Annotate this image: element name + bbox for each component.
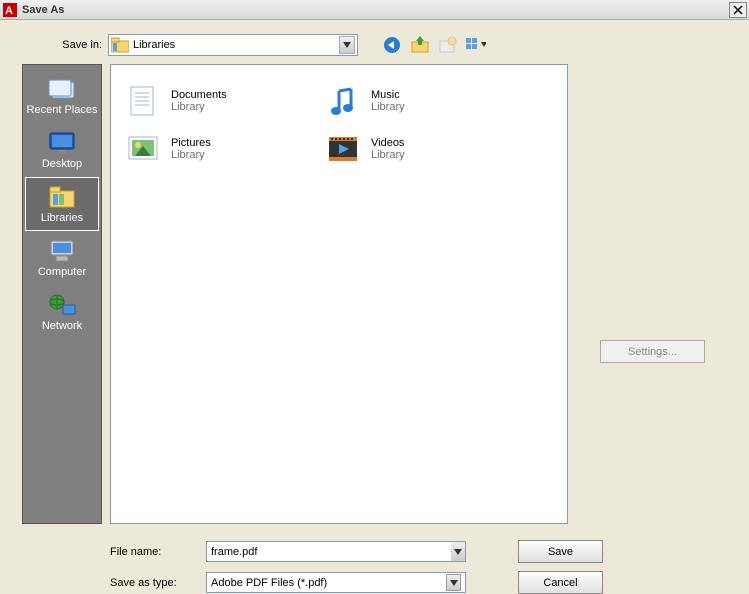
library-item-documents[interactable]: Documents Library (115, 77, 315, 125)
music-icon (323, 81, 363, 121)
documents-icon (123, 81, 163, 121)
settings-button[interactable]: Settings... (600, 340, 705, 363)
sidebar-item-desktop[interactable]: Desktop (25, 123, 99, 177)
computer-icon (46, 238, 78, 264)
app-icon: A (2, 2, 18, 18)
libraries-icon (111, 37, 129, 53)
folder-up-icon (411, 36, 429, 54)
save-type-dropdown[interactable]: Adobe PDF Files (*.pdf) (206, 572, 466, 593)
cancel-button[interactable]: Cancel (518, 571, 603, 594)
item-name: Music (371, 89, 405, 101)
save-in-dropdown[interactable]: Libraries (108, 34, 358, 56)
item-name: Pictures (171, 137, 211, 149)
sidebar-item-computer[interactable]: Computer (25, 231, 99, 285)
network-icon (46, 292, 78, 318)
sidebar-item-libraries[interactable]: Libraries (25, 177, 99, 231)
pictures-icon (123, 129, 163, 169)
view-menu-button[interactable] (466, 35, 486, 55)
sidebar-item-label: Computer (38, 266, 86, 278)
save-in-value: Libraries (133, 39, 175, 51)
save-type-value: Adobe PDF Files (*.pdf) (211, 577, 327, 589)
window-title: Save As (22, 4, 729, 16)
sidebar-item-network[interactable]: Network (25, 285, 99, 339)
up-button[interactable] (410, 35, 430, 55)
libraries-icon (46, 184, 78, 210)
item-name: Documents (171, 89, 227, 101)
videos-icon (323, 129, 363, 169)
file-name-input[interactable] (206, 541, 451, 562)
close-button[interactable] (729, 2, 747, 18)
back-icon (383, 36, 401, 54)
sidebar-item-label: Network (42, 320, 82, 332)
chevron-down-icon (339, 36, 355, 54)
svg-text:A: A (5, 5, 13, 17)
item-sub: Library (371, 149, 405, 161)
item-name: Videos (371, 137, 405, 149)
sidebar-item-label: Desktop (42, 158, 82, 170)
places-sidebar: Recent Places Desktop Libraries Computer… (22, 64, 102, 524)
desktop-icon (46, 130, 78, 156)
item-sub: Library (371, 101, 405, 113)
close-icon (733, 5, 743, 15)
sidebar-item-label: Recent Places (27, 104, 98, 116)
new-folder-icon (439, 36, 457, 54)
view-icon (466, 37, 486, 53)
save-type-label: Save as type: (110, 577, 200, 589)
save-button[interactable]: Save (518, 540, 603, 563)
library-item-music[interactable]: Music Library (315, 77, 515, 125)
chevron-down-icon (446, 574, 461, 591)
recent-places-icon (46, 76, 78, 102)
save-in-label: Save in: (54, 39, 102, 51)
new-folder-button[interactable] (438, 35, 458, 55)
file-list[interactable]: Documents Library Music Library (110, 64, 568, 524)
library-item-videos[interactable]: Videos Library (315, 125, 515, 173)
sidebar-item-label: Libraries (41, 212, 83, 224)
back-button[interactable] (382, 35, 402, 55)
item-sub: Library (171, 149, 211, 161)
title-bar: A Save As (0, 0, 749, 20)
file-name-combo[interactable] (206, 541, 466, 562)
library-item-pictures[interactable]: Pictures Library (115, 125, 315, 173)
file-name-label: File name: (110, 546, 200, 558)
sidebar-item-recent[interactable]: Recent Places (25, 69, 99, 123)
item-sub: Library (171, 101, 227, 113)
chevron-down-icon (451, 541, 466, 562)
